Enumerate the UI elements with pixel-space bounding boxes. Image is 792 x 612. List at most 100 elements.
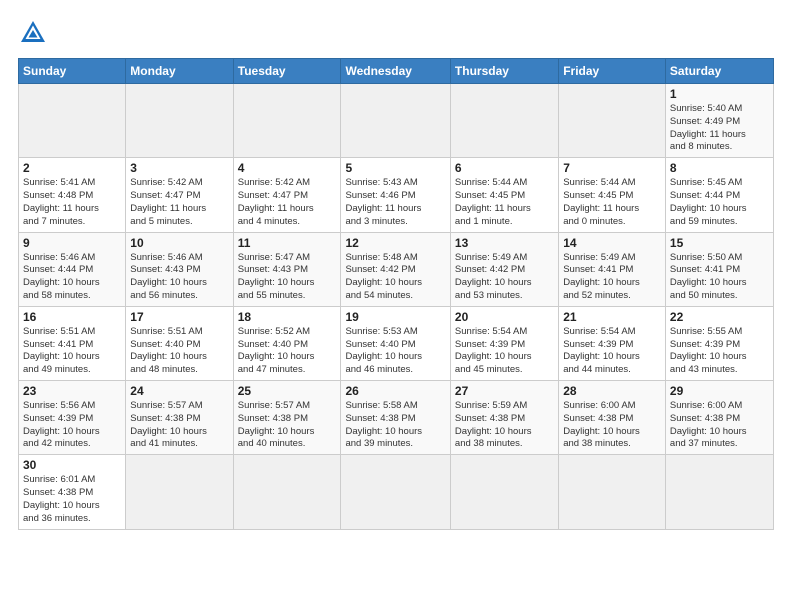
day-info: Sunrise: 5:59 AM Sunset: 4:38 PM Dayligh…	[455, 400, 554, 451]
day-info: Sunrise: 6:00 AM Sunset: 4:38 PM Dayligh…	[670, 400, 769, 451]
day-info: Sunrise: 5:54 AM Sunset: 4:39 PM Dayligh…	[563, 326, 661, 377]
day-info: Sunrise: 5:40 AM Sunset: 4:49 PM Dayligh…	[670, 103, 769, 154]
day-number: 24	[130, 384, 228, 398]
calendar-cell: 23 Sunrise: 5:56 AM Sunset: 4:39 PM Dayli…	[19, 381, 126, 455]
day-info: Sunrise: 5:42 AM Sunset: 4:47 PM Dayligh…	[238, 177, 337, 228]
day-info: Sunrise: 5:51 AM Sunset: 4:40 PM Dayligh…	[130, 326, 228, 377]
day-info: Sunrise: 5:53 AM Sunset: 4:40 PM Dayligh…	[345, 326, 445, 377]
day-info: Sunrise: 5:49 AM Sunset: 4:41 PM Dayligh…	[563, 252, 661, 303]
day-number: 6	[455, 161, 554, 175]
calendar-cell: 29 Sunrise: 6:00 AM Sunset: 4:38 PM Dayli…	[665, 381, 773, 455]
day-number: 8	[670, 161, 769, 175]
weekday-header-monday: Monday	[126, 59, 233, 84]
calendar-week-row: 1 Sunrise: 5:40 AM Sunset: 4:49 PM Daylig…	[19, 84, 774, 158]
calendar-cell: 25Sunrise: 5:57 AM Sunset: 4:38 PM Dayli…	[233, 381, 341, 455]
day-info: Sunrise: 5:58 AM Sunset: 4:38 PM Dayligh…	[345, 400, 445, 451]
day-info: Sunrise: 5:55 AM Sunset: 4:39 PM Dayligh…	[670, 326, 769, 377]
day-number: 21	[563, 310, 661, 324]
day-info: Sunrise: 5:56 AM Sunset: 4:39 PM Dayligh…	[23, 400, 121, 451]
calendar-cell: 10 Sunrise: 5:46 AM Sunset: 4:43 PM Dayli…	[126, 232, 233, 306]
calendar-cell	[665, 455, 773, 529]
day-info: Sunrise: 5:46 AM Sunset: 4:43 PM Dayligh…	[130, 252, 228, 303]
day-number: 16	[23, 310, 121, 324]
day-number: 19	[345, 310, 445, 324]
day-info: Sunrise: 5:48 AM Sunset: 4:42 PM Dayligh…	[345, 252, 445, 303]
day-number: 28	[563, 384, 661, 398]
day-info: Sunrise: 5:51 AM Sunset: 4:41 PM Dayligh…	[23, 326, 121, 377]
weekday-header-row: SundayMondayTuesdayWednesdayThursdayFrid…	[19, 59, 774, 84]
day-number: 30	[23, 458, 121, 472]
page-header	[18, 18, 774, 48]
calendar-cell	[341, 84, 450, 158]
day-info: Sunrise: 5:47 AM Sunset: 4:43 PM Dayligh…	[238, 252, 337, 303]
calendar-cell: 19 Sunrise: 5:53 AM Sunset: 4:40 PM Dayli…	[341, 306, 450, 380]
calendar-cell	[19, 84, 126, 158]
calendar-cell	[559, 84, 666, 158]
calendar-cell: 9 Sunrise: 5:46 AM Sunset: 4:44 PM Daylig…	[19, 232, 126, 306]
calendar-cell: 26Sunrise: 5:58 AM Sunset: 4:38 PM Dayli…	[341, 381, 450, 455]
weekday-header-tuesday: Tuesday	[233, 59, 341, 84]
calendar-cell: 8 Sunrise: 5:45 AM Sunset: 4:44 PM Daylig…	[665, 158, 773, 232]
calendar-cell: 7 Sunrise: 5:44 AM Sunset: 4:45 PM Daylig…	[559, 158, 666, 232]
calendar-cell: 16 Sunrise: 5:51 AM Sunset: 4:41 PM Dayli…	[19, 306, 126, 380]
calendar-cell: 13 Sunrise: 5:49 AM Sunset: 4:42 PM Dayli…	[450, 232, 558, 306]
day-number: 1	[670, 87, 769, 101]
calendar-cell: 2 Sunrise: 5:41 AM Sunset: 4:48 PM Daylig…	[19, 158, 126, 232]
day-info: Sunrise: 5:50 AM Sunset: 4:41 PM Dayligh…	[670, 252, 769, 303]
day-info: Sunrise: 5:44 AM Sunset: 4:45 PM Dayligh…	[563, 177, 661, 228]
calendar-cell: 30Sunrise: 6:01 AM Sunset: 4:38 PM Dayli…	[19, 455, 126, 529]
day-number: 3	[130, 161, 228, 175]
calendar-cell	[341, 455, 450, 529]
calendar-cell	[450, 84, 558, 158]
calendar-cell: 24Sunrise: 5:57 AM Sunset: 4:38 PM Dayli…	[126, 381, 233, 455]
day-info: Sunrise: 5:46 AM Sunset: 4:44 PM Dayligh…	[23, 252, 121, 303]
day-info: Sunrise: 5:57 AM Sunset: 4:38 PM Dayligh…	[238, 400, 337, 451]
calendar-week-row: 16 Sunrise: 5:51 AM Sunset: 4:41 PM Dayli…	[19, 306, 774, 380]
logo	[18, 18, 52, 48]
day-number: 23	[23, 384, 121, 398]
day-number: 4	[238, 161, 337, 175]
day-info: Sunrise: 5:43 AM Sunset: 4:46 PM Dayligh…	[345, 177, 445, 228]
day-number: 27	[455, 384, 554, 398]
calendar-cell: 12Sunrise: 5:48 AM Sunset: 4:42 PM Dayli…	[341, 232, 450, 306]
calendar-week-row: 2 Sunrise: 5:41 AM Sunset: 4:48 PM Daylig…	[19, 158, 774, 232]
day-number: 11	[238, 236, 337, 250]
calendar-week-row: 30Sunrise: 6:01 AM Sunset: 4:38 PM Dayli…	[19, 455, 774, 529]
calendar-cell	[126, 84, 233, 158]
calendar-week-row: 9 Sunrise: 5:46 AM Sunset: 4:44 PM Daylig…	[19, 232, 774, 306]
calendar-cell	[233, 84, 341, 158]
calendar-cell: 20 Sunrise: 5:54 AM Sunset: 4:39 PM Dayli…	[450, 306, 558, 380]
calendar-cell: 21 Sunrise: 5:54 AM Sunset: 4:39 PM Dayli…	[559, 306, 666, 380]
day-number: 18	[238, 310, 337, 324]
day-number: 10	[130, 236, 228, 250]
day-number: 20	[455, 310, 554, 324]
calendar-cell: 5Sunrise: 5:43 AM Sunset: 4:46 PM Daylig…	[341, 158, 450, 232]
calendar-cell: 15Sunrise: 5:50 AM Sunset: 4:41 PM Dayli…	[665, 232, 773, 306]
weekday-header-wednesday: Wednesday	[341, 59, 450, 84]
calendar-cell: 1 Sunrise: 5:40 AM Sunset: 4:49 PM Daylig…	[665, 84, 773, 158]
calendar-cell: 11 Sunrise: 5:47 AM Sunset: 4:43 PM Dayli…	[233, 232, 341, 306]
day-number: 2	[23, 161, 121, 175]
calendar-cell	[559, 455, 666, 529]
day-info: Sunrise: 5:54 AM Sunset: 4:39 PM Dayligh…	[455, 326, 554, 377]
calendar-page: SundayMondayTuesdayWednesdayThursdayFrid…	[0, 0, 792, 612]
weekday-header-sunday: Sunday	[19, 59, 126, 84]
weekday-header-thursday: Thursday	[450, 59, 558, 84]
day-number: 29	[670, 384, 769, 398]
day-info: Sunrise: 5:41 AM Sunset: 4:48 PM Dayligh…	[23, 177, 121, 228]
day-number: 7	[563, 161, 661, 175]
day-number: 9	[23, 236, 121, 250]
day-info: Sunrise: 5:45 AM Sunset: 4:44 PM Dayligh…	[670, 177, 769, 228]
calendar-cell: 14 Sunrise: 5:49 AM Sunset: 4:41 PM Dayli…	[559, 232, 666, 306]
logo-icon	[18, 18, 48, 48]
calendar-cell	[126, 455, 233, 529]
weekday-header-friday: Friday	[559, 59, 666, 84]
calendar-cell: 28Sunrise: 6:00 AM Sunset: 4:38 PM Dayli…	[559, 381, 666, 455]
calendar-cell	[233, 455, 341, 529]
calendar-cell: 6Sunrise: 5:44 AM Sunset: 4:45 PM Daylig…	[450, 158, 558, 232]
day-number: 14	[563, 236, 661, 250]
day-info: Sunrise: 5:49 AM Sunset: 4:42 PM Dayligh…	[455, 252, 554, 303]
day-number: 17	[130, 310, 228, 324]
day-info: Sunrise: 5:52 AM Sunset: 4:40 PM Dayligh…	[238, 326, 337, 377]
day-number: 13	[455, 236, 554, 250]
